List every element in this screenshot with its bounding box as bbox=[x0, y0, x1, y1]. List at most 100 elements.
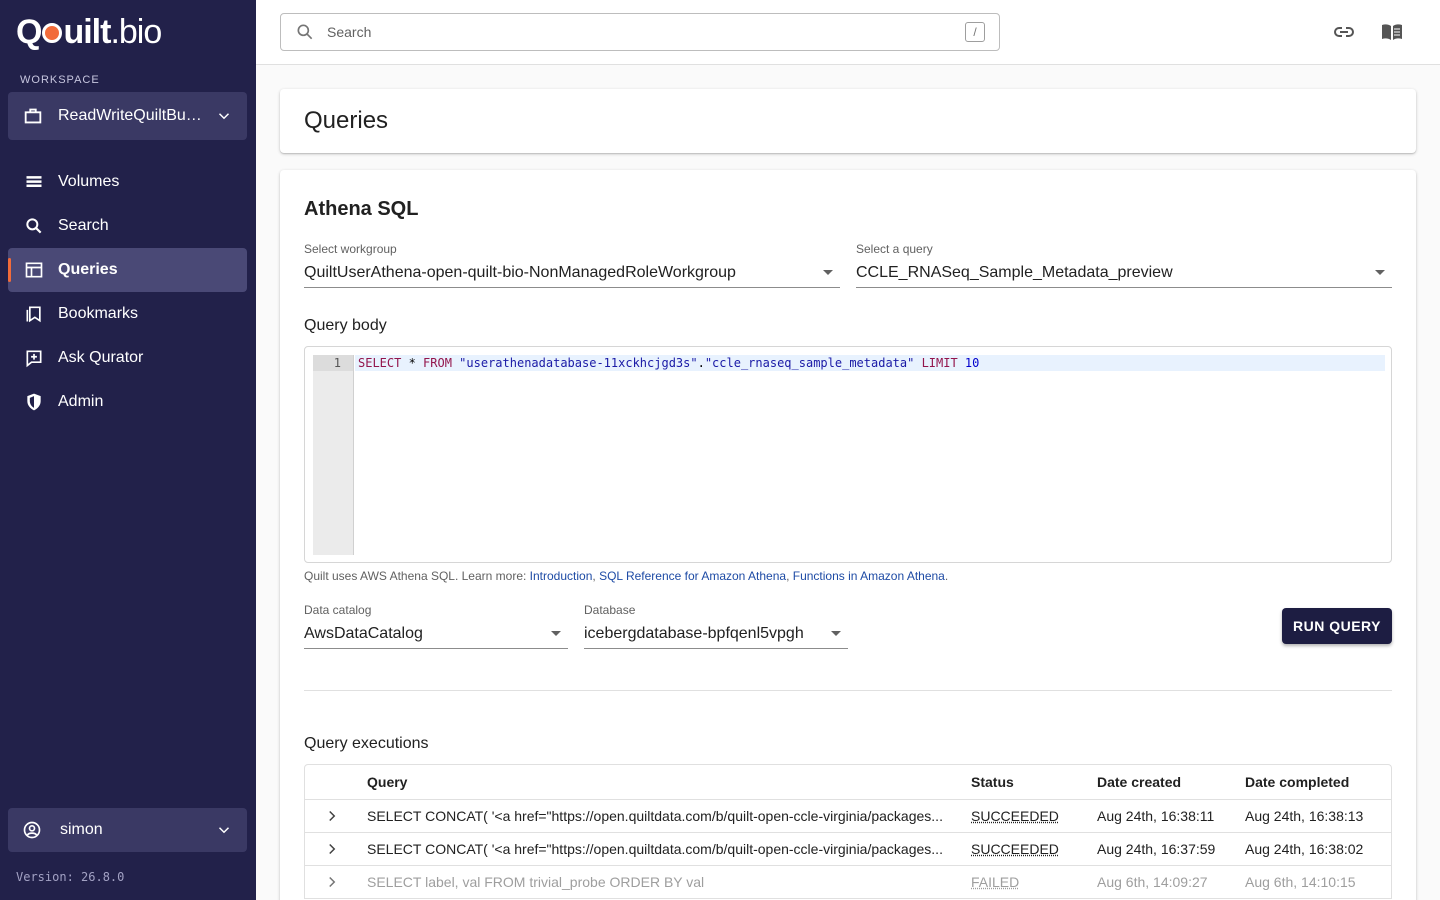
query-select-label: Select a query bbox=[856, 242, 933, 256]
sidebar-item-label: Queries bbox=[58, 261, 118, 279]
sql-keyword: LIMIT bbox=[914, 356, 957, 370]
sidebar-item-admin[interactable]: Admin bbox=[8, 380, 247, 424]
table-row[interactable]: SELECT CONCAT( '<a href="https://open.qu… bbox=[305, 833, 1391, 866]
status-badge: SUCCEEDED bbox=[971, 841, 1059, 857]
link-functions[interactable]: Functions in Amazon Athena bbox=[793, 569, 945, 583]
quilt-logo[interactable]: Quilt.bio bbox=[16, 14, 161, 50]
search-icon bbox=[24, 216, 44, 236]
help-suffix: . bbox=[945, 569, 948, 583]
workspace-selector[interactable]: ReadWriteQuiltBuck... bbox=[8, 92, 247, 140]
search-placeholder: Search bbox=[327, 24, 965, 40]
sidebar: Quilt.bio WORKSPACE ReadWriteQuiltBuck..… bbox=[0, 0, 256, 900]
date-completed: Aug 24th, 16:38:02 bbox=[1245, 833, 1385, 865]
query-select[interactable]: CCLE_RNASeq_Sample_Metadata_preview bbox=[856, 258, 1392, 288]
account-icon bbox=[22, 820, 42, 840]
chevron-down-icon bbox=[215, 821, 233, 839]
sql-keyword: FROM bbox=[423, 356, 452, 370]
book-icon[interactable] bbox=[1380, 20, 1404, 44]
catalog-select[interactable]: AwsDataCatalog bbox=[304, 619, 568, 649]
sidebar-item-bookmarks[interactable]: Bookmarks bbox=[8, 292, 247, 336]
query-body-label: Query body bbox=[304, 317, 387, 335]
sidebar-item-label: Admin bbox=[58, 393, 103, 411]
chevron-down-icon bbox=[215, 107, 233, 125]
date-created: Aug 24th, 16:37:59 bbox=[1097, 833, 1237, 865]
user-menu[interactable]: simon bbox=[8, 808, 247, 852]
workgroup-value: QuiltUserAthena-open-quilt-bio-NonManage… bbox=[304, 264, 823, 282]
line-number: 1 bbox=[313, 355, 353, 371]
table-icon bbox=[24, 260, 44, 280]
search-icon bbox=[295, 22, 315, 42]
executions-title: Query executions bbox=[304, 735, 429, 753]
column-header-status[interactable]: Status bbox=[971, 765, 1081, 799]
search-input[interactable]: Search / bbox=[280, 13, 1000, 51]
sidebar-nav: Volumes Search Queries Bookmarks Ask Qur… bbox=[8, 160, 247, 424]
qurator-icon bbox=[24, 348, 44, 368]
date-completed: Aug 6th, 14:10:15 bbox=[1245, 866, 1385, 898]
date-completed: Aug 24th, 16:38:13 bbox=[1245, 800, 1385, 832]
bookmark-icon bbox=[24, 304, 44, 324]
expand-row-button[interactable] bbox=[323, 800, 347, 832]
athena-title: Athena SQL bbox=[304, 198, 418, 221]
chevron-right-icon bbox=[323, 840, 341, 858]
help-prefix: Quilt uses AWS Athena SQL. Learn more: bbox=[304, 569, 530, 583]
code-line[interactable]: SELECT * FROM "userathenadatabase-11xckh… bbox=[355, 355, 1385, 371]
sql-editor[interactable]: 1 SELECT * FROM "userathenadatabase-11xc… bbox=[304, 346, 1392, 563]
sql-identifier: "ccle_rnaseq_sample_metadata" bbox=[705, 356, 915, 370]
database-value: icebergdatabase-bpfqenl5vpgh bbox=[584, 625, 831, 643]
sidebar-item-search[interactable]: Search bbox=[8, 204, 247, 248]
database-select[interactable]: icebergdatabase-bpfqenl5vpgh bbox=[584, 619, 848, 649]
sql-operator: * bbox=[401, 356, 423, 370]
query-text: SELECT CONCAT( '<a href="https://open.qu… bbox=[367, 833, 953, 865]
run-query-button[interactable]: RUN QUERY bbox=[1282, 608, 1392, 644]
table-row[interactable]: SELECT CONCAT( '<a href="https://open.qu… bbox=[305, 800, 1391, 833]
sidebar-item-queries[interactable]: Queries bbox=[8, 248, 247, 292]
chevron-right-icon bbox=[323, 873, 341, 891]
dropdown-arrow-icon bbox=[831, 631, 841, 636]
user-name: simon bbox=[60, 821, 215, 839]
column-header-query[interactable]: Query bbox=[367, 765, 953, 799]
search-shortcut-hint: / bbox=[965, 22, 985, 42]
sql-operator: . bbox=[698, 356, 705, 370]
sidebar-item-label: Volumes bbox=[58, 173, 119, 191]
sql-keyword: SELECT bbox=[358, 356, 401, 370]
editor-gutter: 1 bbox=[313, 355, 354, 555]
sql-number: 10 bbox=[958, 356, 980, 370]
athena-card: Athena SQL Select workgroup QuiltUserAth… bbox=[280, 170, 1416, 900]
date-created: Aug 6th, 14:09:27 bbox=[1097, 866, 1237, 898]
sidebar-item-ask-qurator[interactable]: Ask Qurator bbox=[8, 336, 247, 380]
dropdown-arrow-icon bbox=[551, 631, 561, 636]
sidebar-item-label: Search bbox=[58, 217, 109, 235]
query-text: SELECT CONCAT( '<a href="https://open.qu… bbox=[367, 800, 953, 832]
executions-table: Query Status Date created Date completed… bbox=[304, 764, 1392, 899]
sidebar-item-volumes[interactable]: Volumes bbox=[8, 160, 247, 204]
workspace-name: ReadWriteQuiltBuck... bbox=[58, 107, 209, 125]
athena-help-text: Quilt uses AWS Athena SQL. Learn more: I… bbox=[304, 569, 948, 583]
sidebar-item-label: Bookmarks bbox=[58, 305, 138, 323]
link-sql-reference[interactable]: SQL Reference for Amazon Athena bbox=[599, 569, 786, 583]
top-bar: Search / bbox=[256, 0, 1440, 65]
workgroup-select[interactable]: QuiltUserAthena-open-quilt-bio-NonManage… bbox=[304, 258, 840, 288]
expand-row-button[interactable] bbox=[323, 833, 347, 865]
volumes-icon bbox=[24, 172, 44, 192]
expand-row-button[interactable] bbox=[323, 866, 347, 898]
workspace-label: WORKSPACE bbox=[20, 74, 100, 86]
catalog-value: AwsDataCatalog bbox=[304, 625, 551, 643]
column-header-date-completed[interactable]: Date completed bbox=[1245, 765, 1385, 799]
dropdown-arrow-icon bbox=[823, 270, 833, 275]
workgroup-label: Select workgroup bbox=[304, 242, 397, 256]
link-introduction[interactable]: Introduction bbox=[530, 569, 593, 583]
page-header-card: Queries bbox=[280, 89, 1416, 153]
page-title: Queries bbox=[304, 107, 388, 135]
link-icon[interactable] bbox=[1332, 20, 1356, 44]
status-badge: FAILED bbox=[971, 874, 1019, 890]
column-header-date-created[interactable]: Date created bbox=[1097, 765, 1237, 799]
table-row[interactable]: SELECT label, val FROM trivial_probe ORD… bbox=[305, 866, 1391, 899]
help-separator: , bbox=[786, 569, 793, 583]
logo-text: Quilt.bio bbox=[16, 13, 161, 52]
sidebar-item-label: Ask Qurator bbox=[58, 349, 143, 367]
chevron-right-icon bbox=[323, 807, 341, 825]
table-header-row: Query Status Date created Date completed bbox=[305, 765, 1391, 800]
catalog-label: Data catalog bbox=[304, 603, 371, 617]
sql-identifier: "userathenadatabase-11xckhcjgd3s" bbox=[452, 356, 698, 370]
version-label: Version: 26.8.0 bbox=[16, 870, 124, 884]
